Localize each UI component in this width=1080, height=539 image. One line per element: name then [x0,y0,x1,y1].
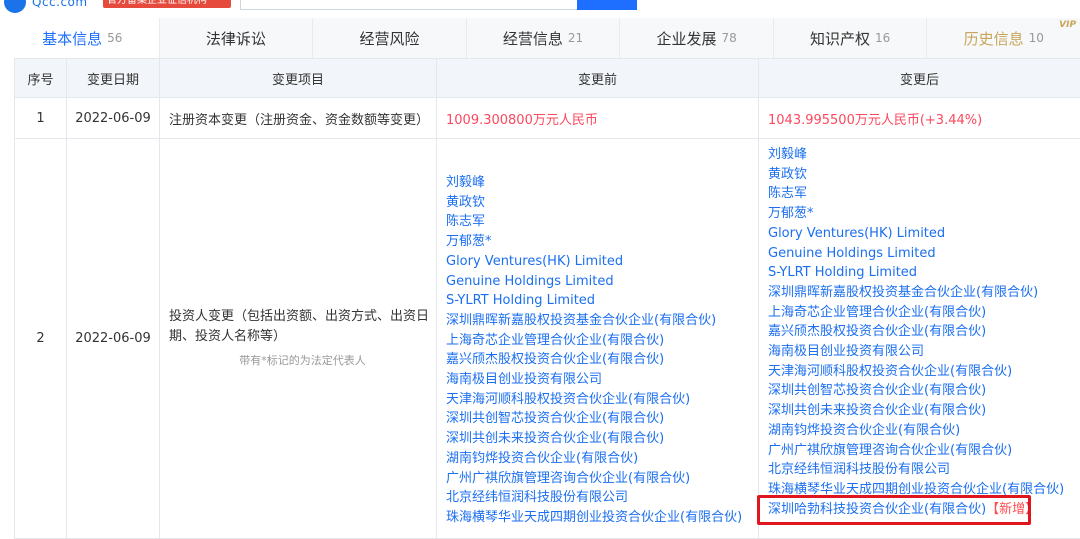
tab-label: 企业发展 [656,28,716,49]
vip-badge: VIP [1059,20,1076,30]
investor-link[interactable]: 广州广祺欣旗管理咨询合伙企业(有限合伙) [446,469,758,489]
investor-link[interactable]: 天津海河顺科股权投资合伙企业(有限合伙) [768,362,1080,382]
investor-link[interactable]: 深圳共创未来投资合伙企业(有限合伙) [768,401,1080,421]
official-badge: 官方备案企业征信机构 [103,0,231,8]
tab-label: 基本信息 [42,28,102,49]
highlight-box [757,495,1031,525]
header-after: 变更后 [759,59,1080,98]
investor-link[interactable]: 万郁葱* [446,232,758,252]
tab-label: 经营风险 [359,28,419,49]
investor-link[interactable]: S-YLRT Holding Limited [446,291,758,311]
investor-link[interactable]: 湖南钧烨投资合伙企业(有限合伙) [446,449,758,469]
legal-rep-note: 带有*标记的为法定代表人 [169,351,436,371]
investor-link[interactable]: 深圳鼎晖新嘉股权投资基金合伙企业(有限合伙) [768,283,1080,303]
header-before: 变更前 [437,59,759,98]
logo-icon [4,0,26,13]
tab-label: 法律诉讼 [206,28,266,49]
investor-link[interactable]: 陈志军 [446,212,758,232]
row-date: 2022-06-09 [67,98,160,139]
investor-link[interactable]: 深圳鼎晖新嘉股权投资基金合伙企业(有限合伙) [446,311,758,331]
investor-link[interactable]: 刘毅峰 [768,145,1080,165]
investor-link[interactable]: 嘉兴颀杰股权投资合伙企业(有限合伙) [768,322,1080,342]
tab-count: 16 [875,31,890,45]
investor-link[interactable]: S-YLRT Holding Limited [768,263,1080,283]
row-before: 1009.300800万元人民币 [437,98,759,139]
tab-label: 经营信息 [503,28,563,49]
investor-link[interactable]: 广州广祺欣旗管理咨询合伙企业(有限合伙) [768,441,1080,461]
header-item: 变更项目 [160,59,437,98]
investor-link[interactable]: 陈志军 [768,184,1080,204]
investor-link[interactable]: 刘毅峰 [446,173,758,193]
investor-change-label: 投资人变更（包括出资额、出资方式、出资日期、投资人名称等） [169,307,436,347]
row-item: 注册资本变更（注册资金、资金数额等变更） [160,98,437,139]
tab-business[interactable]: 经营信息 21 [467,18,621,58]
tab-legal[interactable]: 法律诉讼 [160,18,314,58]
investor-link[interactable]: 万郁葱* [768,204,1080,224]
top-header: Qcc.com 官方备案企业征信机构 [0,0,1080,18]
investor-link[interactable]: 湖南钧烨投资合伙企业(有限合伙) [768,421,1080,441]
row-index: 1 [15,98,67,139]
table-header-row: 序号 变更日期 变更项目 变更前 变更后 [15,59,1080,98]
row-after: 1043.995500万元人民币(+3.44%) [759,98,1080,139]
investor-link[interactable]: Genuine Holdings Limited [446,272,758,292]
change-record-table: 序号 变更日期 变更项目 变更前 变更后 1 2022-06-09 注册资本变更… [14,58,1080,539]
search-button[interactable] [577,0,637,10]
investor-link[interactable]: 海南极目创业投资有限公司 [768,342,1080,362]
investor-link[interactable]: 深圳共创智芯投资合伙企业(有限合伙) [768,381,1080,401]
tab-count: 78 [721,31,736,45]
investor-link[interactable]: Glory Ventures(HK) Limited [446,252,758,272]
investor-link[interactable]: Genuine Holdings Limited [768,244,1080,264]
investor-link[interactable]: 嘉兴颀杰股权投资合伙企业(有限合伙) [446,350,758,370]
header-date: 变更日期 [67,59,160,98]
tab-history[interactable]: 历史信息 10 VIP [927,18,1080,58]
tab-label: 知识产权 [810,28,870,49]
logo-text: Qcc.com [32,0,88,9]
row-index: 2 [15,139,67,539]
investor-link[interactable]: 北京经纬恒润科技股份有限公司 [446,488,758,508]
investor-link[interactable]: 海南极目创业投资有限公司 [446,370,758,390]
tab-count: 56 [107,31,122,45]
qcc-logo[interactable]: Qcc.com [4,0,88,13]
search-input[interactable] [240,0,580,10]
tab-bar: 基本信息 56 法律诉讼 经营风险 经营信息 21 企业发展 78 知识产权 16 历史… [6,18,1080,58]
investor-link[interactable]: 上海奇芯企业管理合伙企业(有限合伙) [768,303,1080,323]
investor-link[interactable]: 深圳共创智芯投资合伙企业(有限合伙) [446,409,758,429]
tab-label: 历史信息 [964,28,1024,49]
tab-development[interactable]: 企业发展 78 [620,18,774,58]
before-investor-list: 刘毅峰黄政钦陈志军万郁葱*Glory Ventures(HK) LimitedG… [446,145,758,528]
table-row: 1 2022-06-09 注册资本变更（注册资金、资金数额等变更） 1009.3… [15,98,1080,139]
tab-count: 10 [1029,31,1044,45]
investor-link[interactable]: 天津海河顺科股权投资合伙企业(有限合伙) [446,390,758,410]
row-date: 2022-06-09 [67,139,160,539]
tab-count: 21 [568,31,583,45]
tab-basic-info[interactable]: 基本信息 56 [6,18,160,58]
table-row: 2 2022-06-09 投资人变更（包括出资额、出资方式、出资日期、投资人名称… [15,139,1080,539]
header-index: 序号 [15,59,67,98]
after-investor-list: 刘毅峰黄政钦陈志军万郁葱*Glory Ventures(HK) LimitedG… [768,145,1080,500]
investor-link[interactable]: 黄政钦 [446,193,758,213]
row-item: 投资人变更（包括出资额、出资方式、出资日期、投资人名称等） 带有*标记的为法定代… [160,139,437,539]
row-before: 刘毅峰黄政钦陈志军万郁葱*Glory Ventures(HK) LimitedG… [437,139,759,539]
tab-ip[interactable]: 知识产权 16 [774,18,928,58]
investor-link[interactable]: 黄政钦 [768,165,1080,185]
investor-link[interactable]: 深圳共创未来投资合伙企业(有限合伙) [446,429,758,449]
investor-link[interactable]: 上海奇芯企业管理合伙企业(有限合伙) [446,331,758,351]
investor-link[interactable]: 珠海横琴华业天成四期创业投资合伙企业(有限合伙) [446,508,758,528]
investor-link[interactable]: Glory Ventures(HK) Limited [768,224,1080,244]
tab-risk[interactable]: 经营风险 [313,18,467,58]
investor-link[interactable]: 北京经纬恒润科技股份有限公司 [768,460,1080,480]
row-after: 刘毅峰黄政钦陈志军万郁葱*Glory Ventures(HK) LimitedG… [759,139,1080,539]
